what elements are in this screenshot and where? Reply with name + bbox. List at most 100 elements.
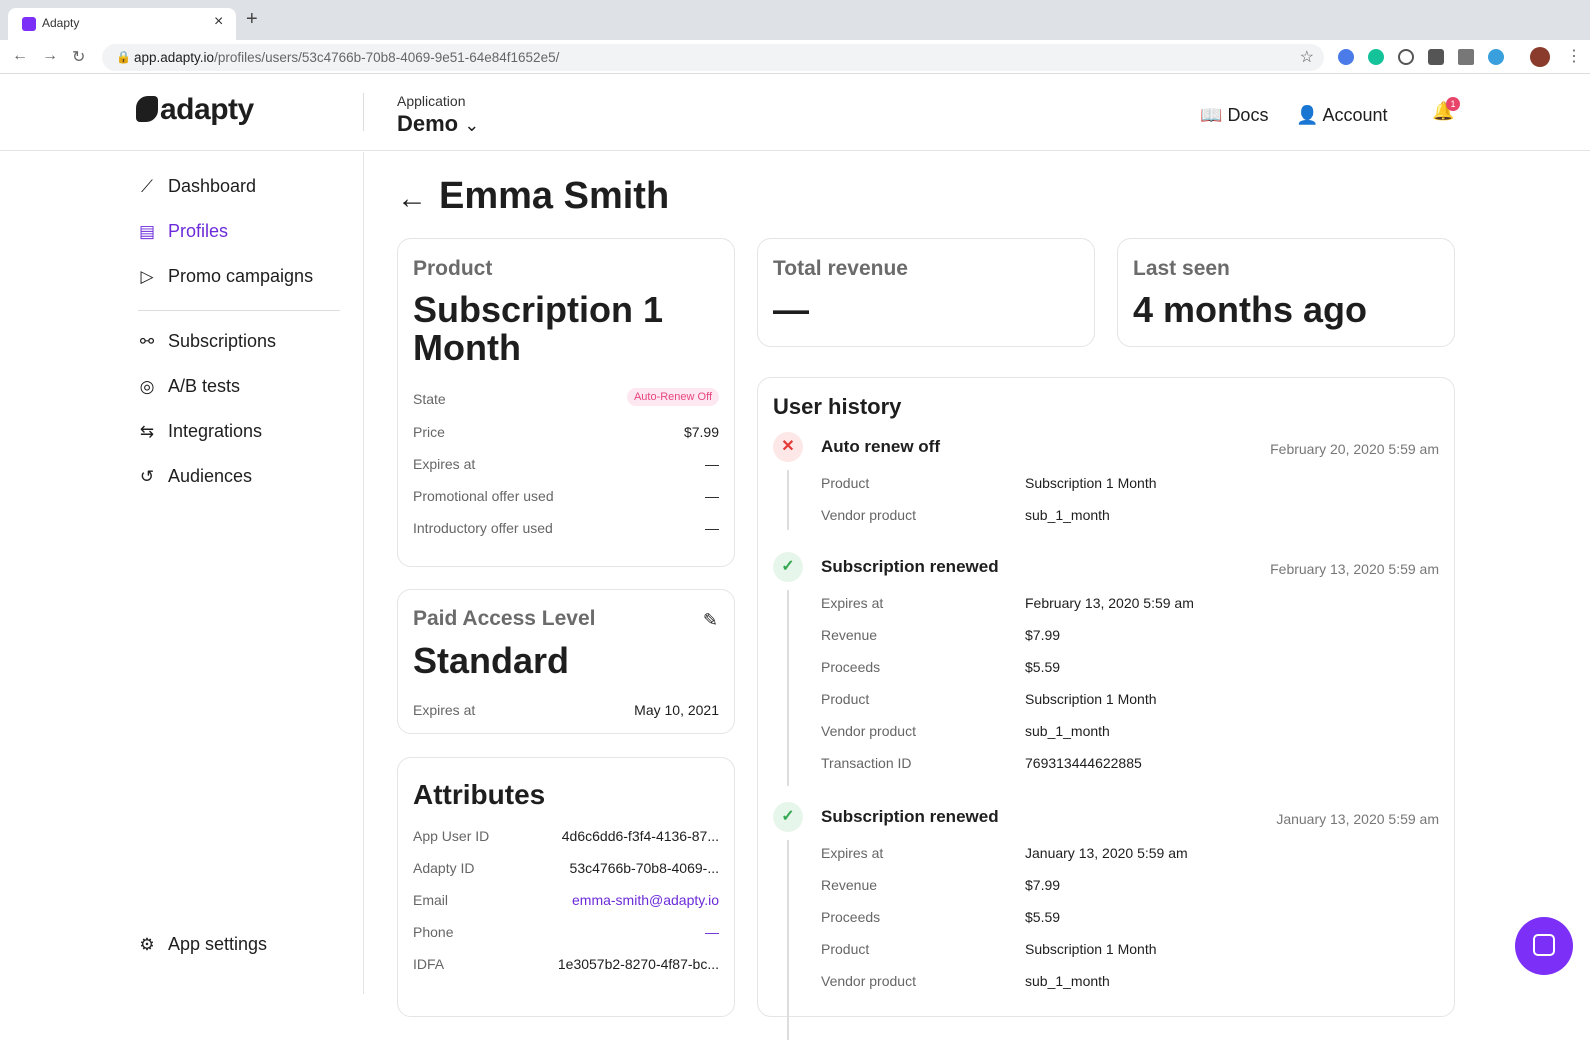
page-title: ← Emma Smith [397, 175, 670, 217]
product-name-line2: Month [413, 327, 521, 368]
translate-extension-icon[interactable] [1338, 49, 1354, 65]
event-date: January 13, 2020 5:59 am [1276, 811, 1439, 827]
last-seen-card: Last seen 4 months ago [1117, 238, 1455, 347]
application-selector[interactable]: Demo ⌄ [397, 111, 479, 137]
product-card: Product Subscription 1 Month State Auto-R… [397, 238, 735, 567]
lock-icon: 🔒 [116, 50, 131, 64]
puzzle-extension-icon[interactable] [1458, 49, 1474, 65]
product-row-promo: Promotional offer used — [413, 488, 719, 504]
forward-icon[interactable]: → [42, 47, 58, 65]
sidebar-item-audiences[interactable]: ↺ Audiences [136, 464, 252, 488]
chart-icon: ⟋ [141, 177, 153, 196]
product-row-intro: Introductory offer used — [413, 520, 719, 536]
chat-icon [1533, 934, 1555, 956]
back-arrow-icon[interactable]: ← [397, 182, 427, 215]
chat-launcher-button[interactable] [1515, 917, 1573, 975]
reload-icon[interactable]: ↻ [72, 47, 85, 67]
attr-row-phone: Phone — [413, 924, 719, 940]
url-host: app.adapty.io [134, 50, 215, 65]
error-x-icon: ✕ [773, 432, 803, 462]
logo-mark-icon [136, 96, 158, 122]
refresh-icon: ↺ [139, 467, 155, 486]
grammarly-extension-icon[interactable] [1368, 49, 1384, 65]
sidebar-item-dashboard[interactable]: ⟋ Dashboard [136, 174, 256, 198]
adapty-logo[interactable]: adapty [136, 93, 254, 127]
url-input[interactable]: 🔒 app.adapty.io/profiles/users/53c4766b-… [102, 44, 1324, 71]
event-date: February 13, 2020 5:59 am [1270, 561, 1439, 577]
list-icon: ▤ [138, 222, 156, 241]
browser-tab-bar: Adapty × + [0, 0, 1590, 40]
timeline-line [787, 470, 789, 530]
product-row-expires: Expires at — [413, 456, 719, 472]
timeline-line [787, 590, 789, 786]
sidebar-item-app-settings[interactable]: ⚙ App settings [136, 932, 267, 956]
sidebar-item-ab-tests[interactable]: ◎ A/B tests [136, 374, 240, 398]
play-icon: ▷ [140, 267, 154, 286]
browser-tab[interactable]: Adapty × [8, 8, 236, 40]
chevron-down-icon: ⌄ [464, 115, 480, 135]
notification-badge: 1 [1446, 97, 1460, 111]
timeline-line [787, 840, 789, 1040]
event-title: Subscription renewed [821, 807, 999, 826]
profile-avatar[interactable] [1530, 47, 1550, 67]
share-icon: ⚯ [139, 332, 155, 351]
new-tab-icon[interactable]: + [246, 8, 258, 31]
menu-kebab-icon[interactable]: ⋮ [1566, 46, 1582, 66]
product-heading: Product [413, 257, 493, 280]
total-revenue-value: — [773, 289, 809, 330]
last-seen-value: 4 months ago [1133, 289, 1368, 330]
app-header: adapty Application Demo ⌄ 📖 Docs 👤 Accou… [0, 75, 1590, 151]
url-path: /profiles/users/53c4766b-70b8-4069-9e51-… [214, 50, 560, 65]
close-tab-icon[interactable]: × [214, 13, 223, 31]
info-extension-icon[interactable] [1398, 49, 1414, 65]
attr-row-email: Email emma-smith@adapty.io [413, 892, 719, 908]
docs-link[interactable]: 📖 Docs [1200, 105, 1268, 126]
paid-access-heading: Paid Access Level [413, 607, 596, 630]
checkmark-icon: ✓ [773, 802, 803, 832]
address-bar: ← → ↻ 🔒 app.adapty.io/profiles/users/53c… [0, 40, 1590, 74]
total-revenue-card: Total revenue — [757, 238, 1095, 347]
product-name-line1: Subscription 1 [413, 289, 664, 330]
sidebar-item-subscriptions[interactable]: ⚯ Subscriptions [136, 329, 276, 353]
event-date: February 20, 2020 5:59 am [1270, 441, 1439, 457]
target-icon: ◎ [139, 377, 155, 396]
header-divider [363, 93, 364, 131]
book-icon: 📖 [1200, 105, 1223, 125]
shield-extension-icon[interactable] [1428, 49, 1444, 65]
event-title: Auto renew off [821, 437, 940, 456]
email-link[interactable]: emma-smith@adapty.io [572, 892, 719, 908]
back-icon[interactable]: ← [12, 47, 28, 65]
edit-pencil-icon[interactable]: ✎ [703, 610, 718, 631]
last-seen-heading: Last seen [1133, 257, 1230, 280]
event-title: Subscription renewed [821, 557, 999, 576]
adapty-favicon-icon [22, 17, 36, 31]
attributes-card: Attributes App User ID 4d6c6dd6-f3f4-4136… [397, 757, 735, 1017]
product-row-state: State Auto-Renew Off [413, 388, 719, 409]
sidebar-item-promo-campaigns[interactable]: ▷ Promo campaigns [136, 264, 313, 288]
eye-extension-icon[interactable] [1488, 49, 1504, 65]
tab-title: Adapty [42, 16, 80, 30]
user-history-heading: User history [773, 394, 902, 419]
notifications-button[interactable]: 🔔 1 [1432, 97, 1460, 122]
user-history-card: User history ✕ Auto renew off February 2… [757, 377, 1455, 1040]
total-revenue-heading: Total revenue [773, 257, 908, 280]
sidebar: ⟋ Dashboard ▤ Profiles ▷ Promo campaigns ⚯ S… [0, 152, 364, 994]
attr-row-idfa: IDFA 1e3057b2-8270-4f87-bc... [413, 956, 719, 972]
sidebar-item-integrations[interactable]: ⇆ Integrations [136, 419, 262, 443]
attributes-heading: Attributes [413, 779, 546, 810]
gear-icon: ⚙ [139, 935, 155, 954]
application-label: Application [397, 93, 466, 109]
user-icon: 👤 [1296, 105, 1319, 125]
attr-row-adapty-id: Adapty ID 53c4766b-70b8-4069-... [413, 860, 719, 876]
product-row-price: Price $7.99 [413, 424, 719, 440]
sidebar-divider [138, 310, 340, 311]
paid-access-expires-row: Expires at May 10, 2021 [413, 702, 719, 718]
paid-access-card: Paid Access Level ✎ Standard Expires at M… [397, 589, 735, 734]
access-level: Standard [413, 640, 570, 681]
attr-row-app-user-id: App User ID 4d6c6dd6-f3f4-4136-87... [413, 828, 719, 844]
bookmark-star-icon[interactable]: ☆ [1300, 47, 1314, 67]
checkmark-icon: ✓ [773, 552, 803, 582]
account-link[interactable]: 👤 Account [1296, 105, 1387, 126]
status-badge: Auto-Renew Off [626, 388, 719, 406]
sidebar-item-profiles[interactable]: ▤ Profiles [136, 219, 228, 243]
